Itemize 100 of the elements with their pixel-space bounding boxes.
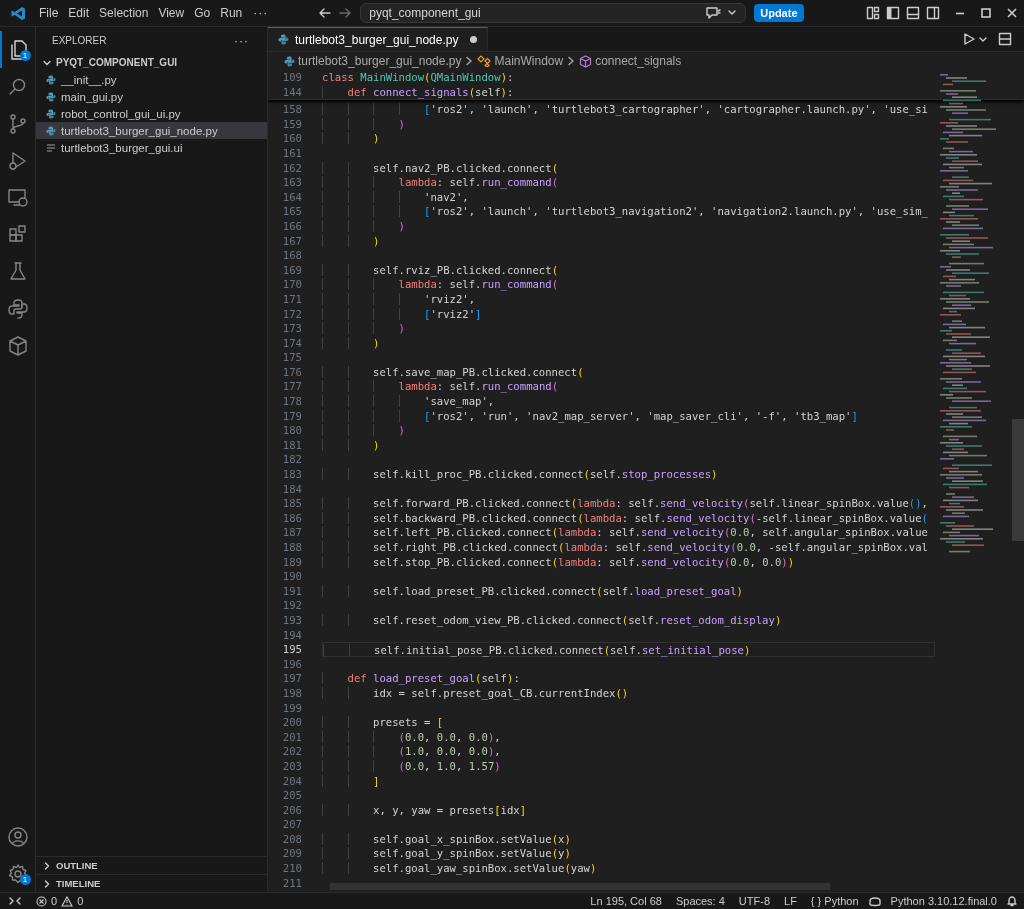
run-icon[interactable] bbox=[962, 32, 976, 46]
code-line: self.rviz_PB.clicked.connect( bbox=[322, 262, 558, 278]
line-number: 211 bbox=[281, 875, 303, 891]
code-line: def connect_signals(self): bbox=[322, 84, 514, 100]
line-number: 173 bbox=[281, 321, 303, 336]
panel-icon[interactable] bbox=[906, 6, 920, 20]
code-line: ['ros2', 'launch', 'turtlebot3_cartographer', 'cartographer.launch.py', 'use_si bbox=[322, 102, 928, 117]
line-number: 184 bbox=[281, 481, 303, 497]
menu-item[interactable]: View bbox=[153, 4, 190, 22]
code-line: (1.0, 0.0, 0.0), bbox=[322, 744, 501, 759]
code-line: lambda: self.run_command( bbox=[322, 175, 559, 190]
line-number: 158 bbox=[281, 102, 303, 117]
explorer-entry[interactable]: main_gui.py bbox=[36, 88, 267, 105]
scrollbar-thumb[interactable] bbox=[1012, 419, 1024, 541]
line-number: 203 bbox=[281, 758, 303, 774]
python-file-icon bbox=[46, 91, 56, 102]
line-number: 176 bbox=[281, 364, 303, 380]
explorer-entry[interactable]: turtlebot3_burger_gui.ui bbox=[36, 139, 267, 156]
line-number: 183 bbox=[281, 467, 303, 482]
chat-icon[interactable] bbox=[705, 6, 722, 20]
class-icon bbox=[477, 55, 492, 67]
status-item[interactable]: Spaces: 4 bbox=[670, 895, 730, 907]
close-icon[interactable] bbox=[1006, 7, 1018, 19]
code-line: self.reset_odom_view_PB.clicked.connect(self.reset_odom_display) bbox=[322, 612, 782, 628]
maximize-icon[interactable] bbox=[980, 7, 992, 19]
python-file-icon bbox=[278, 34, 289, 45]
status-item[interactable]: LF bbox=[779, 895, 802, 907]
update-button[interactable]: Update bbox=[754, 4, 804, 22]
menu-item[interactable]: Edit bbox=[63, 4, 95, 22]
split-editor-icon[interactable] bbox=[998, 32, 1012, 46]
line-number: 180 bbox=[281, 423, 303, 438]
account-icon bbox=[5, 824, 30, 849]
line-number: 195 bbox=[281, 642, 303, 657]
line-number: 168 bbox=[281, 248, 303, 263]
line-number: 204 bbox=[281, 773, 303, 789]
line-number: 208 bbox=[281, 831, 303, 847]
menu-item[interactable]: Selection bbox=[94, 4, 154, 22]
line-number: 196 bbox=[281, 656, 303, 672]
code-line: idx = self.preset_goal_CB.currentIndex() bbox=[322, 685, 629, 701]
status-item[interactable]: UTF-8 bbox=[733, 895, 775, 907]
forward-arrow-icon[interactable] bbox=[338, 6, 353, 20]
code-line: self.nav2_PB.clicked.connect( bbox=[322, 160, 558, 176]
code-line: ) bbox=[322, 116, 405, 132]
line-number: 185 bbox=[281, 496, 303, 511]
explorer-entry[interactable]: turtlebot3_burger_gui_node.py bbox=[36, 122, 267, 139]
warning-icon bbox=[61, 895, 74, 907]
line-number: 199 bbox=[281, 700, 303, 716]
code-line: self.initial_pose_PB.clicked.connect(self.set_initial_pose) bbox=[323, 643, 751, 658]
error-count[interactable]: 0 bbox=[51, 895, 58, 907]
chevron-right-icon bbox=[567, 56, 576, 66]
breadcrumb-item[interactable]: turtlebot3_burger_gui_node.py bbox=[284, 54, 462, 68]
menu-item[interactable]: Go bbox=[189, 4, 216, 22]
code-line: ) bbox=[322, 233, 380, 249]
line-number: 188 bbox=[281, 540, 303, 555]
code-line: lambda: self.run_command( bbox=[322, 379, 559, 395]
section-header[interactable]: OUTLINE bbox=[56, 860, 98, 871]
primary-sidebar-icon[interactable] bbox=[886, 6, 900, 20]
code-line: self.right_PB.clicked.connect(lambda: self.send_velocity(0.0, -self.angular_spinBox.val bbox=[322, 540, 928, 555]
breadcrumb-item[interactable]: connect_signals bbox=[579, 54, 682, 68]
explorer-entry[interactable]: robot_control_gui_ui.py bbox=[36, 105, 267, 122]
code-line: self.kill_proc_PB.clicked.connect(self.stop_processes) bbox=[322, 467, 718, 482]
python-file-icon bbox=[46, 74, 56, 85]
remote-icon[interactable] bbox=[8, 895, 22, 907]
line-number: 161 bbox=[281, 145, 303, 161]
editor-tab[interactable]: turtlebot3_burger_gui_node.py bbox=[268, 27, 489, 51]
menu-item[interactable]: File bbox=[34, 4, 64, 22]
command-search-field[interactable]: pyqt_component_gui bbox=[360, 3, 747, 23]
line-number: 187 bbox=[281, 525, 303, 540]
layout-icon[interactable] bbox=[866, 6, 880, 20]
more-button[interactable]: ··· bbox=[247, 6, 275, 20]
status-item[interactable]: { } Python bbox=[805, 895, 864, 907]
section-header[interactable]: TIMELINE bbox=[56, 878, 101, 889]
line-number: 171 bbox=[281, 291, 303, 307]
breadcrumb-item[interactable]: MainWindow bbox=[477, 54, 564, 68]
code-line: ) bbox=[322, 437, 380, 453]
more-button[interactable]: ··· bbox=[228, 33, 255, 48]
code-line: class MainWindow(QMainWindow): bbox=[322, 70, 514, 85]
secondary-sidebar-icon[interactable] bbox=[926, 6, 940, 20]
code-line: ) bbox=[322, 218, 405, 234]
line-number: 197 bbox=[281, 671, 303, 686]
code-line: ] bbox=[322, 773, 380, 789]
back-arrow-icon[interactable] bbox=[318, 6, 333, 20]
code-line: ) bbox=[322, 321, 405, 336]
code-line: self.save_map_PB.clicked.connect( bbox=[322, 364, 584, 380]
status-item[interactable]: Ln 195, Col 68 bbox=[585, 895, 667, 907]
line-number: 177 bbox=[281, 379, 303, 395]
line-number: 190 bbox=[281, 569, 303, 584]
line-number: 189 bbox=[281, 554, 303, 570]
sidebar-title: EXPLORER bbox=[52, 35, 107, 46]
code-line: ['rviz2'] bbox=[322, 306, 482, 322]
line-number: 192 bbox=[281, 598, 303, 613]
code-line: self.forward_PB.clicked.connect(lambda: self.send_velocity(self.linear_spinBox.value(), bbox=[322, 496, 928, 511]
interpreter-status[interactable]: Python 3.10.12.final.0 bbox=[885, 895, 1002, 907]
explorer-entry[interactable]: __init__.py bbox=[36, 71, 267, 88]
menu-item[interactable]: Run bbox=[215, 4, 248, 22]
warning-count[interactable]: 0 bbox=[77, 895, 84, 907]
bell-icon[interactable] bbox=[1006, 895, 1018, 907]
settings-button[interactable]: 1 bbox=[0, 855, 36, 892]
line-number: 178 bbox=[281, 394, 303, 409]
folder-name[interactable]: PYQT_COMPONENT_GUI bbox=[56, 57, 178, 68]
